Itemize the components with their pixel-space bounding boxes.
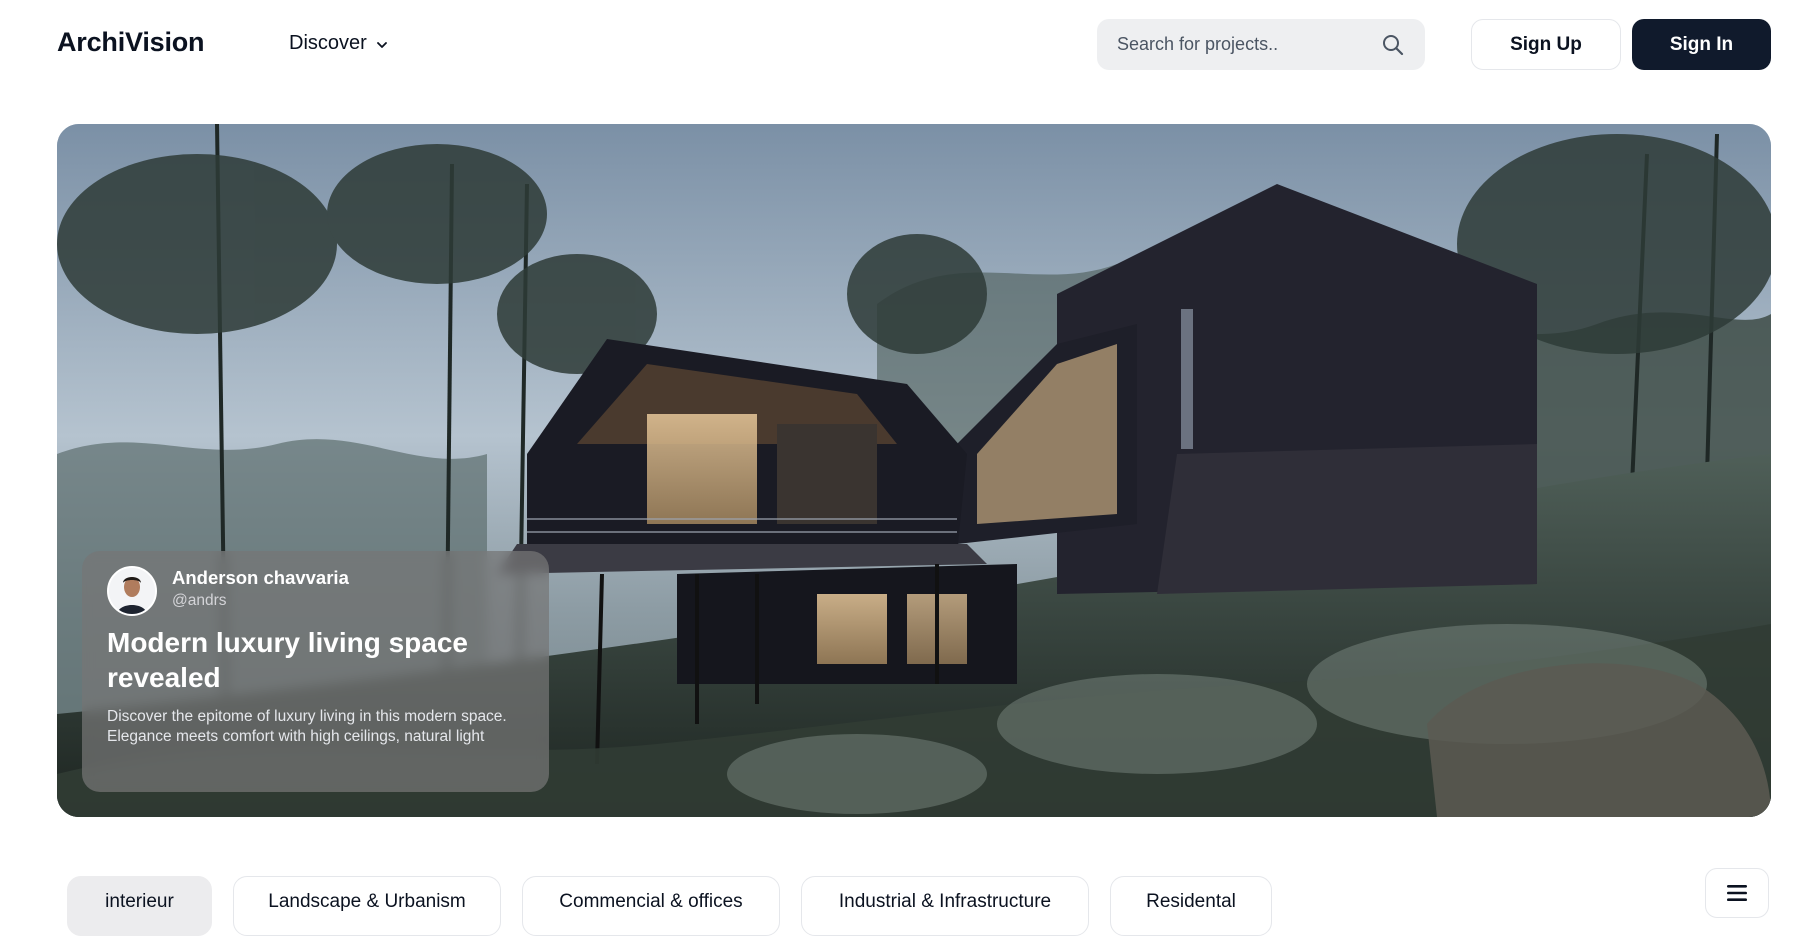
- search-input[interactable]: [1117, 34, 1381, 55]
- avatar-image: [109, 568, 155, 614]
- tab-landscape-urbanism[interactable]: Landscape & Urbanism: [233, 876, 501, 936]
- project-description: Discover the epitome of luxury living in…: [107, 708, 507, 745]
- sign-in-button[interactable]: Sign In: [1632, 19, 1771, 70]
- sign-up-button[interactable]: Sign Up: [1471, 19, 1621, 70]
- author-avatar[interactable]: [107, 566, 157, 616]
- tab-commercial-offices[interactable]: Commencial & offices: [522, 876, 780, 936]
- menu-button[interactable]: [1705, 868, 1769, 918]
- discover-label: Discover: [289, 32, 367, 54]
- author-name[interactable]: Anderson chavvaria: [172, 567, 349, 589]
- tab-interieur[interactable]: interieur: [67, 876, 212, 936]
- hero-banner[interactable]: Anderson chavvaria @andrs Modern luxury …: [57, 124, 1771, 817]
- author-handle: @andrs: [172, 592, 227, 609]
- search-bar: [1097, 19, 1425, 70]
- discover-menu[interactable]: Discover: [289, 32, 389, 55]
- brand-logo[interactable]: ArchiVision: [57, 27, 205, 58]
- top-navbar: ArchiVision Discover Sign Up Sign In: [0, 0, 1816, 90]
- search-icon[interactable]: [1381, 33, 1405, 57]
- tab-industrial-infrastructure[interactable]: Industrial & Infrastructure: [801, 876, 1089, 936]
- menu-icon: [1727, 885, 1747, 901]
- category-tabs: interieur Landscape & Urbanism Commencia…: [0, 876, 1816, 936]
- project-title[interactable]: Modern luxury living space revealed: [107, 625, 507, 695]
- chevron-down-icon: [376, 41, 387, 48]
- featured-project-card[interactable]: Anderson chavvaria @andrs Modern luxury …: [82, 551, 549, 792]
- tab-residental[interactable]: Residental: [1110, 876, 1272, 936]
